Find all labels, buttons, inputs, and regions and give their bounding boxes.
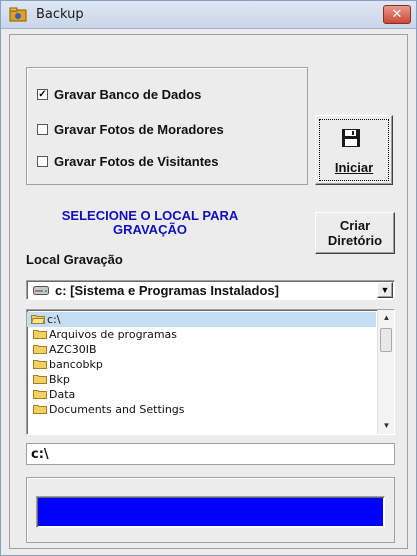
drive-select[interactable]: c: [Sistema e Programas Instalados] ▼ xyxy=(26,280,395,300)
directory-item[interactable]: Bkp xyxy=(27,372,376,387)
checkbox-gravar-fotos-visitantes[interactable]: Gravar Fotos de Visitantes xyxy=(37,152,219,170)
criar-label-line-2: Diretório xyxy=(327,233,383,248)
window-title: Backup xyxy=(36,7,84,22)
checkbox-gravar-fotos-moradores[interactable]: Gravar Fotos de Moradores xyxy=(37,120,224,138)
drive-selected-value: c: [Sistema e Programas Instalados] xyxy=(55,283,279,298)
app-icon xyxy=(9,7,27,22)
hard-drive-icon xyxy=(33,286,49,295)
directory-name: Arquivos de programas xyxy=(49,328,178,341)
directory-name: bancobkp xyxy=(49,358,103,371)
scroll-up-icon[interactable]: ▲ xyxy=(378,310,394,326)
directory-name: Bkp xyxy=(49,373,70,386)
floppy-disk-icon xyxy=(342,129,360,147)
criar-diretorio-button[interactable]: Criar Diretório xyxy=(315,212,395,254)
directory-name: Data xyxy=(49,388,76,401)
folder-icon xyxy=(33,345,47,354)
folder-icon xyxy=(33,405,47,414)
folder-icon xyxy=(33,375,47,384)
checkbox-label: Gravar Fotos de Visitantes xyxy=(54,153,219,169)
checkbox-label: Gravar Banco de Dados xyxy=(54,86,202,102)
checkbox-box[interactable] xyxy=(37,155,48,167)
close-button[interactable]: ✕ xyxy=(383,5,411,24)
directory-item[interactable]: bancobkp xyxy=(27,357,376,372)
progress-fill xyxy=(38,498,383,526)
folder-icon xyxy=(33,330,47,339)
checkbox-box[interactable] xyxy=(37,123,48,135)
directory-list[interactable]: c:\ Arquivos de programas AZC30IB bancobkp B… xyxy=(26,309,395,435)
folder-icon xyxy=(33,390,47,399)
iniciar-label: Iniciar xyxy=(334,160,374,175)
select-location-message: SELECIONE O LOCAL PARA GRAVAÇÃO xyxy=(50,209,250,237)
close-icon: ✕ xyxy=(391,7,403,22)
iniciar-button[interactable]: Iniciar xyxy=(315,115,393,185)
message-line-1: SELECIONE O LOCAL PARA xyxy=(61,208,239,223)
chevron-down-icon[interactable]: ▼ xyxy=(377,282,393,298)
directory-item[interactable]: AZC30IB xyxy=(27,342,376,357)
checkbox-gravar-banco[interactable]: ✓ Gravar Banco de Dados xyxy=(37,85,201,103)
client-area: ✓ Gravar Banco de Dados Gravar Fotos de … xyxy=(9,34,408,549)
directory-name: AZC30IB xyxy=(49,343,97,356)
progress-group xyxy=(26,477,395,543)
scroll-thumb[interactable] xyxy=(380,328,392,352)
checkbox-label: Gravar Fotos de Moradores xyxy=(54,121,224,137)
criar-label-line-1: Criar xyxy=(339,218,371,233)
folder-open-icon xyxy=(31,315,45,324)
backup-window: Backup ✕ ✓ Gravar Banco de Dados Gravar … xyxy=(0,0,417,556)
path-field[interactable]: c:\ xyxy=(26,443,395,465)
folder-icon xyxy=(33,360,47,369)
progress-bar xyxy=(36,496,385,528)
directory-item[interactable]: Arquivos de programas xyxy=(27,327,376,342)
title-bar[interactable]: Backup ✕ xyxy=(1,1,416,29)
directory-item[interactable]: Data xyxy=(27,387,376,402)
directory-name: Documents and Settings xyxy=(49,403,185,416)
scroll-down-icon[interactable]: ▼ xyxy=(378,418,394,434)
options-group: ✓ Gravar Banco de Dados Gravar Fotos de … xyxy=(26,67,308,185)
local-gravacao-label: Local Gravação xyxy=(26,252,123,267)
checkbox-box[interactable]: ✓ xyxy=(37,88,48,100)
directory-item[interactable]: Documents and Settings xyxy=(27,402,376,417)
directory-scrollbar[interactable]: ▲ ▼ xyxy=(377,310,394,434)
message-line-2: GRAVAÇÃO xyxy=(113,222,187,237)
directory-item[interactable]: c:\ xyxy=(27,312,376,327)
directory-name: c:\ xyxy=(47,313,61,326)
